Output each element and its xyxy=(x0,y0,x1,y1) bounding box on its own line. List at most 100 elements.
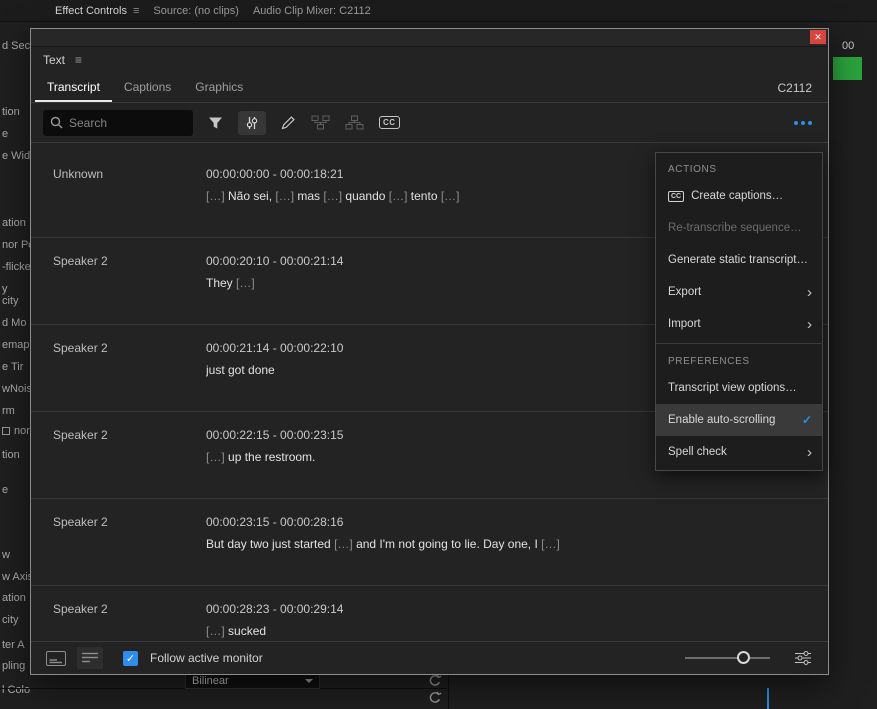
panel-menu-icon[interactable]: ≡ xyxy=(133,5,139,17)
effect-label: l Color xyxy=(2,684,30,696)
transcript-segment: […] xyxy=(272,189,298,203)
effect-label-text: e xyxy=(2,128,9,140)
search-input[interactable] xyxy=(69,115,186,130)
effect-label-text: nor Po xyxy=(2,239,30,251)
check-icon: ✓ xyxy=(801,413,812,427)
effect-label-text: w xyxy=(2,549,10,561)
effect-label: nor Po xyxy=(2,425,30,437)
search-icon xyxy=(50,116,63,129)
effect-label-text: w Axis xyxy=(2,571,30,583)
tab-group: Transcript Captions Graphics xyxy=(35,73,255,102)
more-options-button[interactable] xyxy=(790,116,816,130)
menu-item-label: Create captions… xyxy=(691,190,784,202)
effect-label-text: pling xyxy=(2,660,26,672)
caption-block-icon-button[interactable] xyxy=(43,647,69,669)
filter-icon[interactable] xyxy=(208,116,223,130)
effect-label-text: nor Po xyxy=(14,425,30,437)
transcript-speaker: Speaker 2 xyxy=(53,254,108,268)
panel-toolbar: CC xyxy=(31,103,828,143)
effect-label-text: d Sec xyxy=(2,40,30,52)
app-tab-source-no-clips[interactable]: Source: (no clips) xyxy=(153,5,239,17)
effect-toggle-checkbox[interactable] xyxy=(2,427,10,435)
slider-knob[interactable] xyxy=(737,651,750,664)
context-menu: ACTIONS CC Create captions… Re-transcribe s… xyxy=(655,152,823,471)
menu-item-export[interactable]: Export › xyxy=(656,276,822,308)
text-size-slider[interactable] xyxy=(685,650,770,666)
effect-label-text: -flicke xyxy=(2,261,30,273)
effect-label: rm xyxy=(2,405,15,417)
transcript-segment: […] xyxy=(206,624,229,638)
edit-pencil-icon[interactable] xyxy=(281,115,296,130)
effect-label: e xyxy=(2,484,8,496)
effect-label: y xyxy=(2,283,8,295)
menu-item-enable-auto-scrolling[interactable]: Enable auto-scrolling ✓ xyxy=(656,404,822,436)
tab-graphics[interactable]: Graphics xyxy=(183,73,255,102)
panel-menu-icon[interactable]: ≡ xyxy=(75,53,82,67)
playhead-line[interactable] xyxy=(767,688,769,709)
app-tab-effect-controls[interactable]: Effect Controls ≡ xyxy=(55,5,139,17)
effect-label: -flicke xyxy=(2,261,30,273)
menu-item-create-captions[interactable]: CC Create captions… xyxy=(656,180,822,212)
transcript-row[interactable]: Speaker 2 00:00:23:15 - 00:00:28:16 But da… xyxy=(31,499,828,586)
left-rail: d Sectionee Widationnor Po-flickeycityd … xyxy=(0,0,30,709)
settings-sliders-icon[interactable] xyxy=(794,651,812,665)
effect-label: emap xyxy=(2,339,30,351)
effect-label: ation xyxy=(2,217,26,229)
transcript-segment: […] xyxy=(206,450,229,464)
menu-item-transcript-view-options[interactable]: Transcript view options… xyxy=(656,372,822,404)
cc-badge-icon[interactable]: CC xyxy=(379,116,400,129)
chevron-right-icon: › xyxy=(807,283,812,301)
menu-item-label: Import xyxy=(668,318,701,330)
menu-item-label: Export xyxy=(668,286,702,298)
search-box[interactable] xyxy=(43,109,193,136)
merge-clips-icon xyxy=(311,115,330,130)
transcript-row[interactable]: Speaker 2 00:00:28:23 - 00:00:29:14 […] su… xyxy=(31,586,828,643)
transcript-speaker: Speaker 2 xyxy=(53,341,108,355)
transcript-view-icon-button[interactable] xyxy=(77,647,103,669)
menu-item-import[interactable]: Import › xyxy=(656,308,822,340)
app-tab-audio-clip-mixer-c2112[interactable]: Audio Clip Mixer: C2112 xyxy=(253,5,371,17)
reset-parameter-icon[interactable] xyxy=(428,691,442,705)
tab-transcript[interactable]: Transcript xyxy=(35,73,112,102)
reset-parameter-icon[interactable] xyxy=(428,674,442,688)
menu-item-spell-check[interactable]: Spell check › xyxy=(656,436,822,468)
transcript-segment: […] xyxy=(437,189,460,203)
speaker-sliders-button[interactable] xyxy=(238,110,266,135)
transcript-segment: But day two just started xyxy=(206,537,335,551)
caption-block-icon xyxy=(46,650,66,666)
effect-label: city xyxy=(2,614,19,626)
effect-label: d Mo xyxy=(2,317,26,329)
effect-label: tion xyxy=(2,449,20,461)
bilinear-dropdown[interactable]: Bilinear xyxy=(185,673,320,689)
premiere-app: Effect Controls ≡ Source: (no clips) Audio … xyxy=(0,0,877,709)
menu-item-label: Enable auto-scrolling xyxy=(668,414,776,426)
audio-meter-bar xyxy=(833,57,862,80)
sequence-label: C2112 xyxy=(777,80,812,95)
transcript-body: 00:00:23:15 - 00:00:28:16 But day two jus… xyxy=(206,515,828,585)
follow-active-monitor-checkbox[interactable]: ✓ xyxy=(123,650,138,666)
effect-label-text: e Tir xyxy=(2,361,24,373)
effect-label-text: tion xyxy=(2,106,20,118)
transcript-speaker: Speaker 2 xyxy=(53,515,108,529)
transcript-segment: […] xyxy=(320,189,346,203)
panel-title: Text xyxy=(43,53,66,67)
timecode-label: 00 xyxy=(842,40,855,52)
effect-label-text: ation xyxy=(2,592,26,604)
transcript-segment: mas xyxy=(297,189,321,203)
effect-label-text: rm xyxy=(2,405,15,417)
cc-icon: CC xyxy=(668,190,685,202)
slider-track xyxy=(685,657,770,659)
dropdown-value: Bilinear xyxy=(192,675,229,687)
panel-footer: ✓ Follow active monitor xyxy=(31,641,828,674)
transcript-segment: up the restroom. xyxy=(228,450,316,464)
menu-item-generate-static-transcript[interactable]: Generate static transcript… xyxy=(656,244,822,276)
menu-item-label: Transcript view options… xyxy=(668,382,797,394)
tab-captions[interactable]: Captions xyxy=(112,73,183,102)
menu-section-header: ACTIONS xyxy=(668,164,717,175)
panel-titlebar[interactable]: ✕ xyxy=(31,29,828,47)
menu-item-label: Re-transcribe sequence… xyxy=(668,222,802,234)
app-tab-label: Source: (no clips) xyxy=(153,4,239,17)
close-button[interactable]: ✕ xyxy=(810,30,826,44)
effect-label-text: tion xyxy=(2,449,20,461)
transcript-segment: […] xyxy=(236,276,255,290)
